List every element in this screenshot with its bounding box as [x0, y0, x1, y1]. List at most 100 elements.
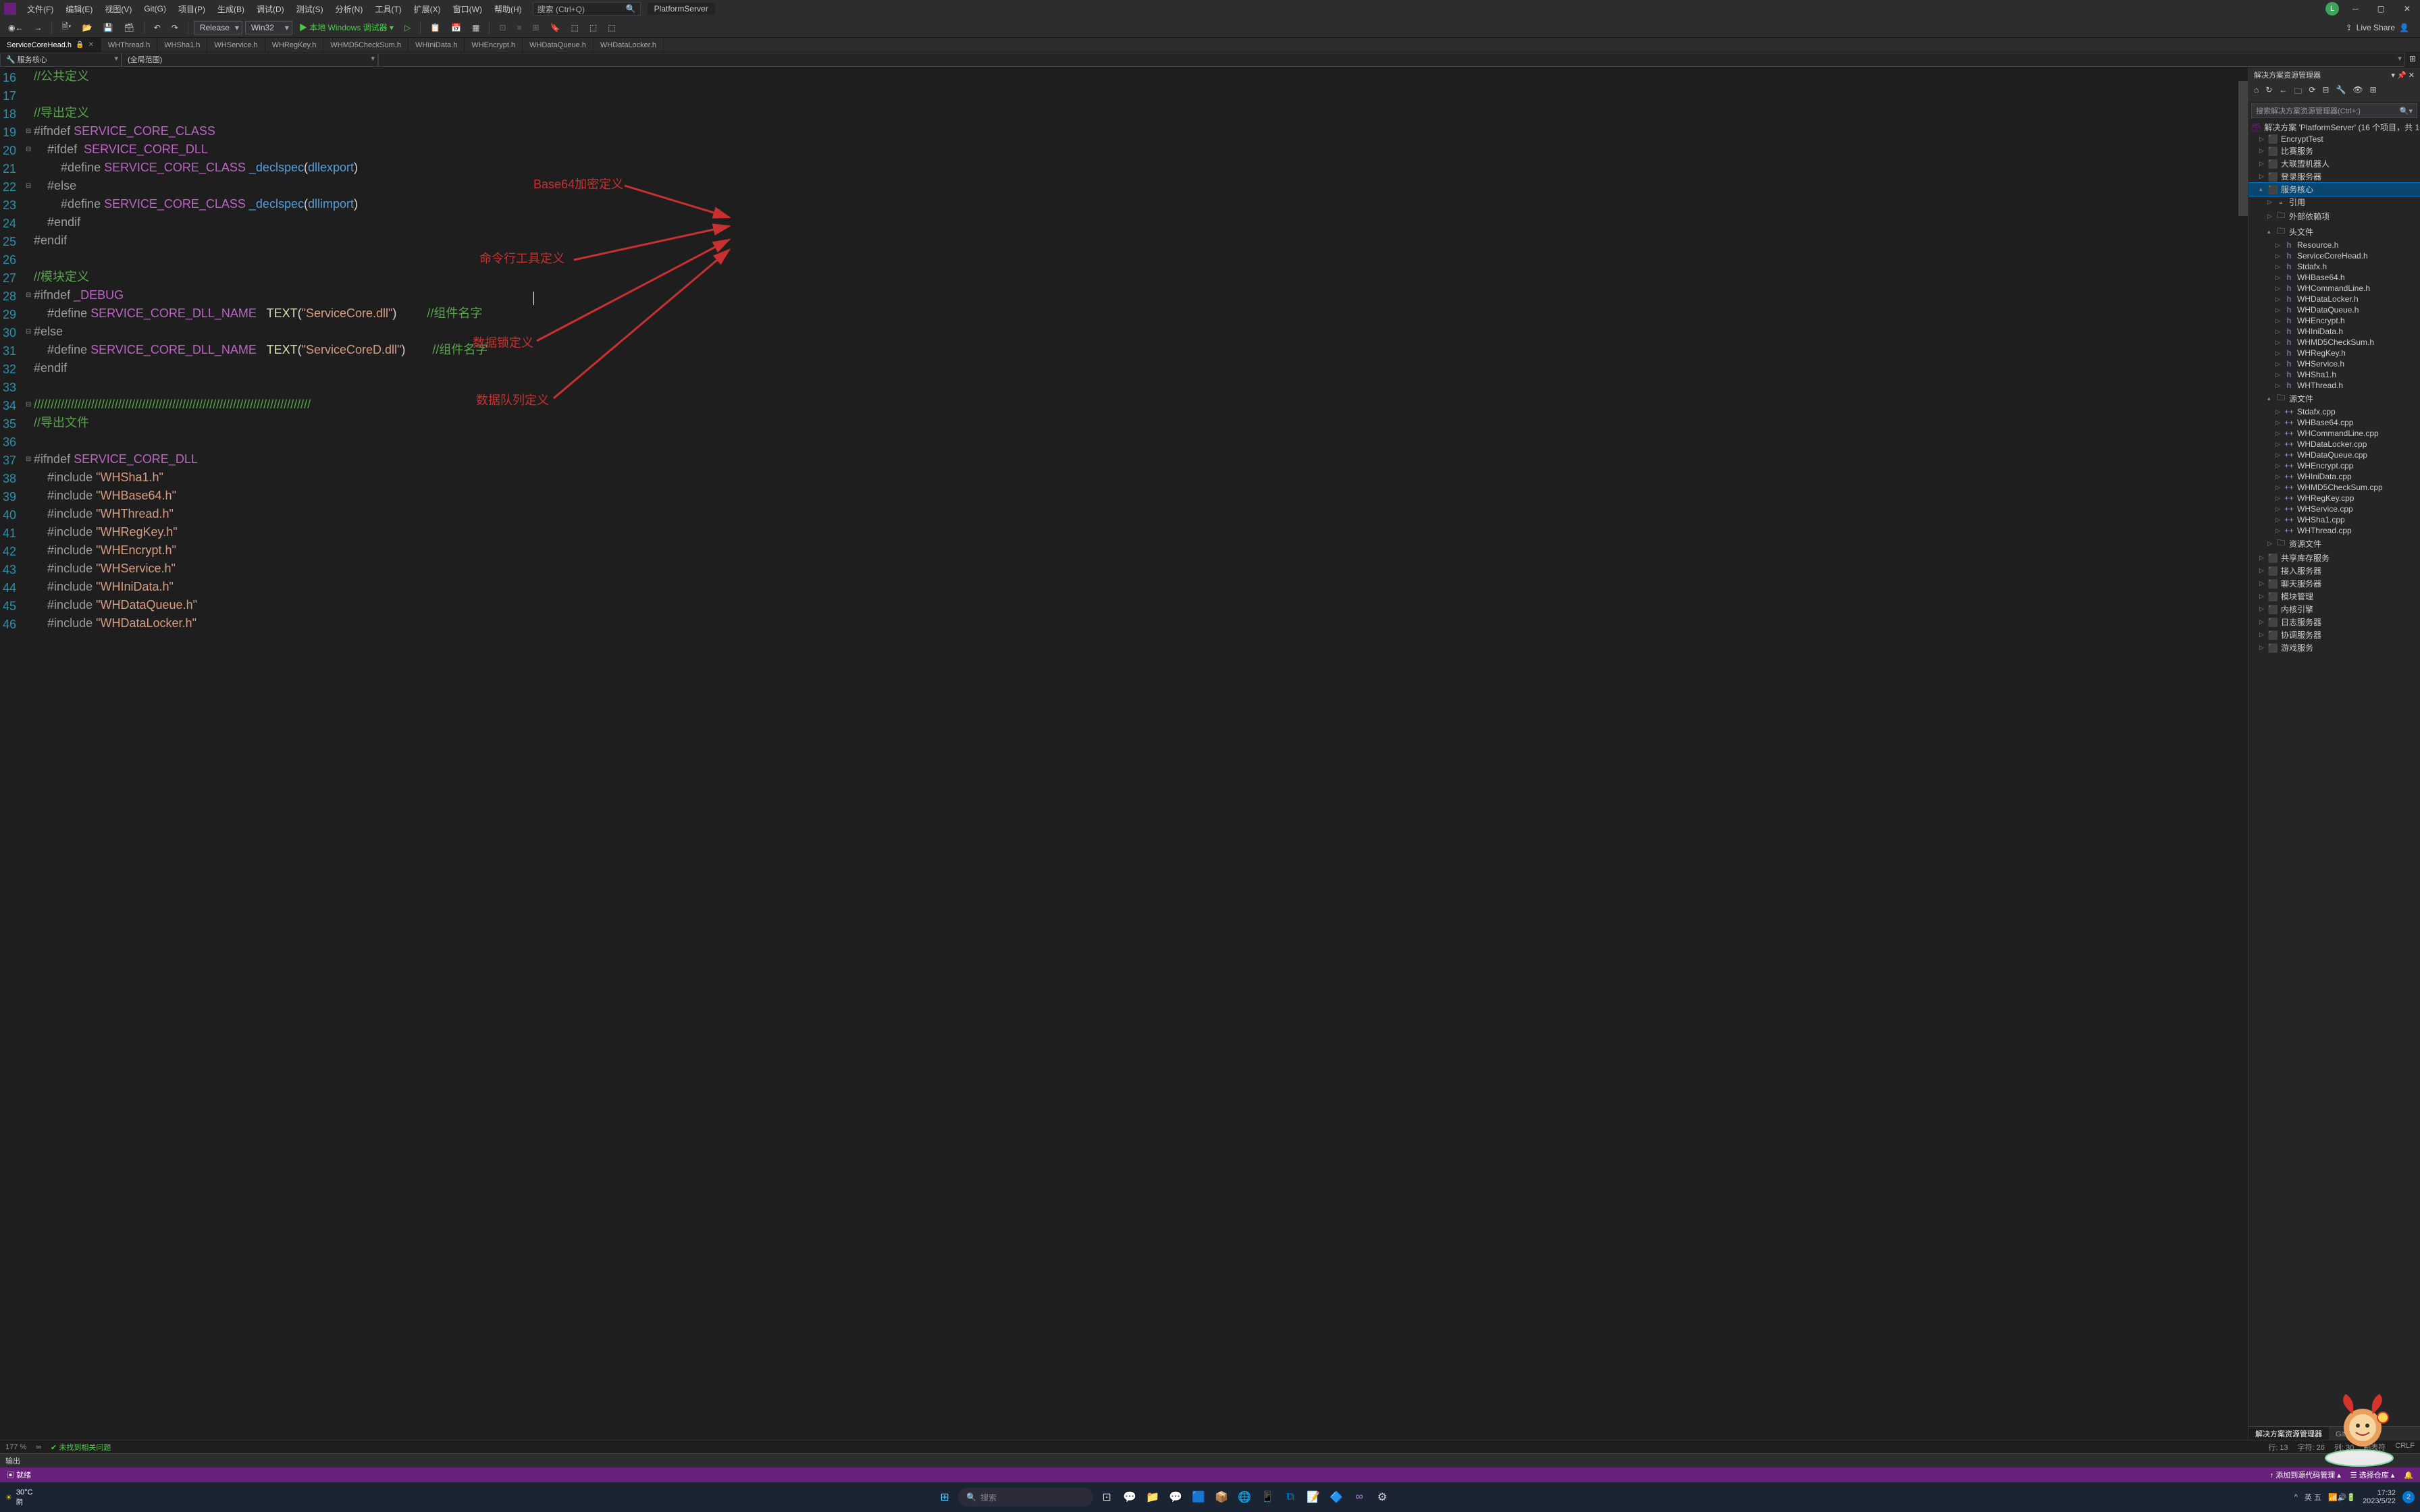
tree-item[interactable]: ▷++WHThread.cpp	[2248, 525, 2420, 536]
tb-icon-1[interactable]: 📋	[426, 22, 444, 34]
split-icon[interactable]: ⊞	[2405, 53, 2420, 67]
editor-scrollbar[interactable]	[2238, 68, 2248, 1440]
tree-item[interactable]: ▷⬛大联盟机器人	[2248, 157, 2420, 170]
menu-tools[interactable]: 工具(T)	[369, 1, 406, 17]
tb-icon-3[interactable]: ▦	[468, 22, 483, 34]
tree-item[interactable]: ▴⬛服务核心	[2248, 183, 2420, 196]
tray-wifi-icon[interactable]: 📶🔊🔋	[2328, 1493, 2356, 1502]
menu-view[interactable]: 视图(V)	[99, 1, 137, 17]
menu-project[interactable]: 项目(P)	[173, 1, 211, 17]
code-content[interactable]: //公共定义 //导出定义#ifndef SERVICE_CORE_CLASS …	[34, 68, 2238, 1440]
ptb-back-icon[interactable]: ←	[2276, 84, 2290, 101]
tree-item[interactable]: ▷++WHSha1.cpp	[2248, 514, 2420, 525]
tree-item[interactable]: ▷⬛EncryptTest	[2248, 134, 2420, 144]
tree-item[interactable]: ▷▫引用	[2248, 196, 2420, 209]
menu-build[interactable]: 生成(B)	[212, 1, 250, 17]
ptb-props-icon[interactable]: 🔧	[2333, 84, 2348, 101]
open-icon[interactable]: 📂	[78, 22, 97, 34]
solution-search-input[interactable]: 搜索解决方案资源管理器(Ctrl+;) 🔍▾	[2251, 103, 2417, 118]
config-dropdown[interactable]: Release	[194, 21, 242, 34]
notifications-icon[interactable]: 🔔	[2404, 1471, 2413, 1480]
tb-icon-5[interactable]: ≡	[512, 22, 525, 34]
ptb-home-icon[interactable]: ⌂	[2251, 84, 2261, 101]
scrcpy-icon[interactable]: 📱	[1258, 1488, 1277, 1507]
document-tab[interactable]: WHIniData.h	[409, 38, 465, 52]
zoom-level[interactable]: 177 %	[5, 1443, 26, 1451]
tree-item[interactable]: ▷hWHThread.h	[2248, 380, 2420, 391]
weather-widget[interactable]: ☀ 30°C阴	[5, 1488, 32, 1507]
tb-icon-4[interactable]: ⊡	[495, 22, 510, 34]
solution-tree[interactable]: 🗃解决方案 'PlatformServer' (16 个项目，共 16 个)▷⬛…	[2248, 119, 2420, 1426]
select-repo[interactable]: ☰ 选择仓库 ▴	[2350, 1469, 2395, 1480]
nav-global-dropdown[interactable]: (全局范围)	[122, 53, 378, 67]
global-search-input[interactable]: 搜索 (Ctrl+Q) 🔍	[533, 2, 641, 16]
document-tab[interactable]: WHService.h	[207, 38, 265, 52]
ptb-refresh-icon[interactable]: ⟳	[2306, 84, 2318, 101]
menu-test[interactable]: 测试(S)	[291, 1, 329, 17]
notification-badge[interactable]: 2	[2402, 1491, 2415, 1503]
tree-item[interactable]: ▷++WHRegKey.cpp	[2248, 493, 2420, 504]
tree-item[interactable]: ▷++WHDataQueue.cpp	[2248, 450, 2420, 460]
tree-item[interactable]: ▷hWHBase64.h	[2248, 272, 2420, 283]
vscode-icon[interactable]: ⧉	[1281, 1488, 1300, 1507]
nav-member-dropdown[interactable]	[378, 53, 2405, 67]
menu-analyze[interactable]: 分析(N)	[330, 1, 369, 17]
panel-close-icon[interactable]: ✕	[2409, 72, 2415, 80]
tree-item[interactable]: ▷++WHIniData.cpp	[2248, 471, 2420, 482]
nav-scope-dropdown[interactable]: 🔧 服务核心	[0, 53, 122, 67]
wechat-icon[interactable]: 💬	[1166, 1488, 1185, 1507]
minimize-button[interactable]: ─	[2347, 1, 2364, 16]
start-debug-button[interactable]: ▶ 本地 Windows 调试器 ▾	[295, 20, 398, 34]
tree-item[interactable]: ▷hWHDataLocker.h	[2248, 294, 2420, 304]
document-tab[interactable]: WHRegKey.h	[265, 38, 324, 52]
panel-dropdown-icon[interactable]: ▾	[2391, 72, 2395, 80]
tab-git-changes[interactable]: Git 更改	[2329, 1427, 2369, 1440]
program-icon[interactable]: 🟦	[1189, 1488, 1208, 1507]
tree-item[interactable]: ▷++WHBase64.cpp	[2248, 417, 2420, 428]
document-tab[interactable]: ServiceCoreHead.h 🔒 ✕	[0, 38, 101, 52]
tree-item[interactable]: ▷hWHEncrypt.h	[2248, 315, 2420, 326]
ptb-preview-icon[interactable]: 👁	[2350, 84, 2365, 101]
ptb-showall-icon[interactable]: 🗀	[2291, 84, 2305, 101]
document-tab[interactable]: WHMD5CheckSum.h	[323, 38, 409, 52]
menu-window[interactable]: 窗口(W)	[448, 1, 488, 17]
vmware-icon[interactable]: 📦	[1212, 1488, 1231, 1507]
liveshare-label[interactable]: Live Share	[2357, 23, 2395, 32]
add-source-control[interactable]: ↑ 添加到源代码管理 ▴	[2270, 1469, 2341, 1480]
tree-item[interactable]: ▷⬛比赛服务	[2248, 144, 2420, 157]
tree-item[interactable]: ▴🗀源文件	[2248, 391, 2420, 406]
tree-item[interactable]: ▷⬛接入服务器	[2248, 564, 2420, 577]
menu-help[interactable]: 帮助(H)	[489, 1, 527, 17]
tray-ime[interactable]: 英 五	[2305, 1492, 2321, 1503]
tree-item[interactable]: ▷hWHCommandLine.h	[2248, 283, 2420, 294]
fold-gutter[interactable]: ⊟⊟⊟⊟⊟⊟⊟	[23, 68, 34, 1440]
save-all-icon[interactable]: 🗃	[120, 22, 138, 34]
tree-item[interactable]: ▷hResource.h	[2248, 240, 2420, 250]
user-avatar[interactable]: L	[2325, 2, 2339, 16]
liveshare-icon[interactable]: ⇪	[2346, 23, 2352, 32]
tb-icon-9[interactable]: ⬚	[585, 22, 601, 34]
tree-item[interactable]: ▷hWHSha1.h	[2248, 369, 2420, 380]
widgets-icon[interactable]: 💬	[1120, 1488, 1139, 1507]
maximize-button[interactable]: ▢	[2372, 1, 2390, 16]
menu-debug[interactable]: 调试(D)	[251, 1, 290, 17]
tree-item[interactable]: ▷⬛协调服务器	[2248, 628, 2420, 641]
explorer-icon[interactable]: 📁	[1143, 1488, 1162, 1507]
tree-item[interactable]: ▷hWHMD5CheckSum.h	[2248, 337, 2420, 348]
tree-item[interactable]: 🗃解决方案 'PlatformServer' (16 个项目，共 16 个)	[2248, 121, 2420, 134]
start-without-debug-button[interactable]: ▷	[400, 22, 415, 34]
menu-file[interactable]: 文件(F)	[22, 1, 59, 17]
tree-item[interactable]: ▷⬛内核引擎	[2248, 603, 2420, 616]
close-button[interactable]: ✕	[2398, 1, 2416, 16]
notepad-icon[interactable]: 📝	[1304, 1488, 1323, 1507]
tree-item[interactable]: ▷hWHDataQueue.h	[2248, 304, 2420, 315]
tree-item[interactable]: ▷⬛登录服务器	[2248, 170, 2420, 183]
tree-item[interactable]: ▷hWHRegKey.h	[2248, 348, 2420, 358]
ptb-sync-icon[interactable]: ↻	[2263, 84, 2275, 101]
code-editor[interactable]: 1617181920212223242526272829303132333435…	[0, 68, 2248, 1440]
tree-item[interactable]: ▷++WHService.cpp	[2248, 504, 2420, 514]
tb-icon-2[interactable]: 📅	[447, 22, 465, 34]
tree-item[interactable]: ▷++WHMD5CheckSum.cpp	[2248, 482, 2420, 493]
tb-icon-6[interactable]: ⊞	[529, 22, 544, 34]
tree-item[interactable]: ▷++WHEncrypt.cpp	[2248, 460, 2420, 471]
